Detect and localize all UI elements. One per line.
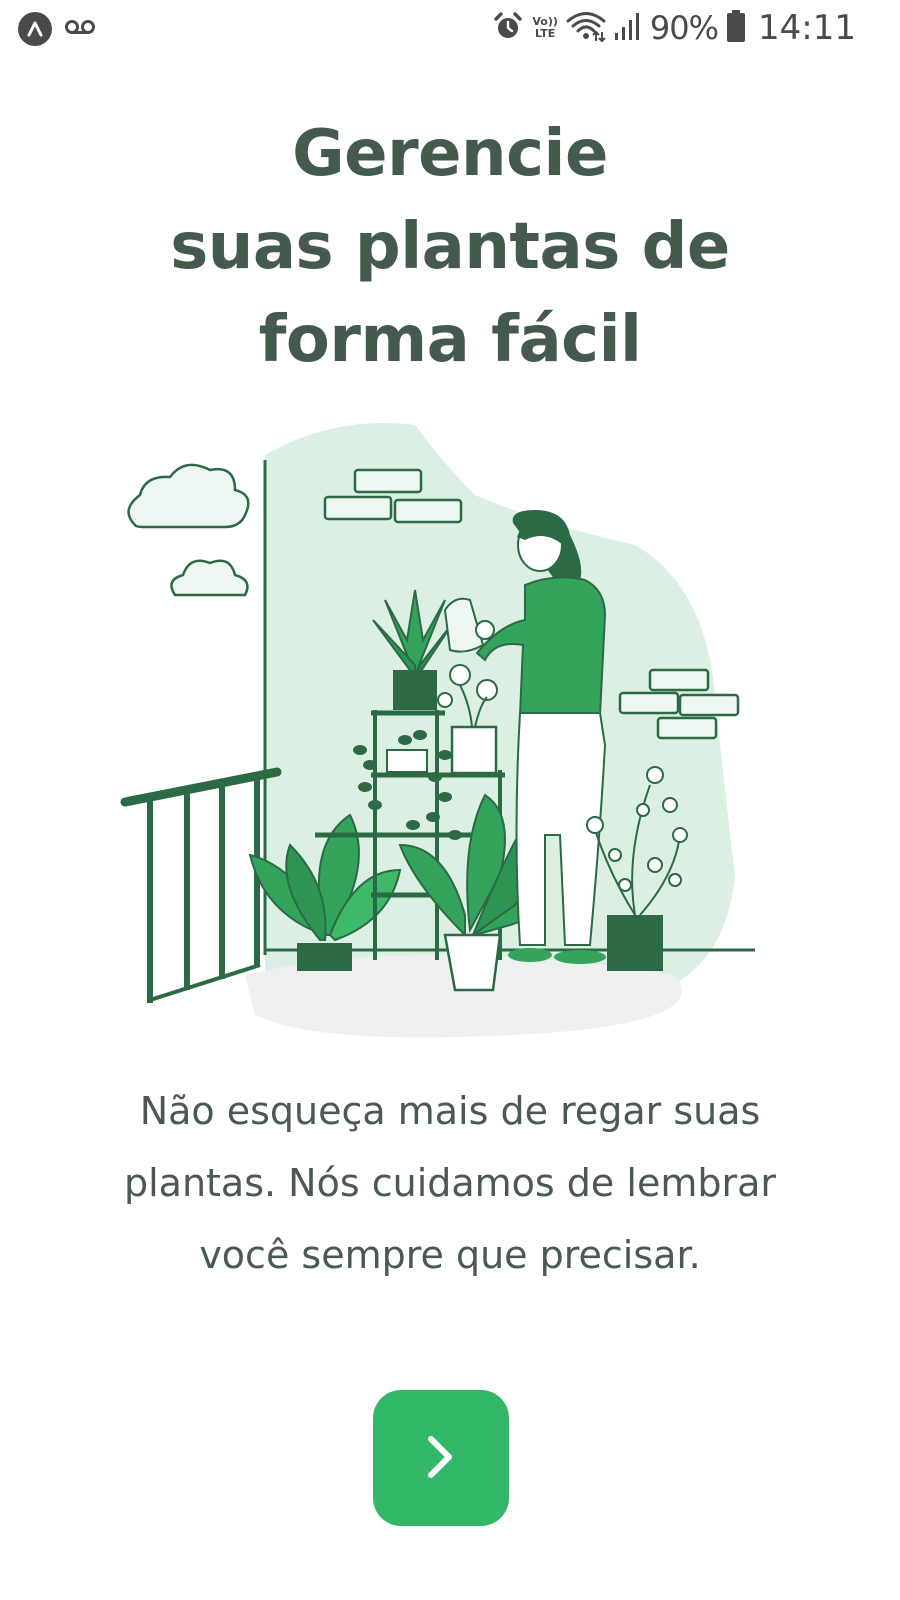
wifi-icon <box>566 10 606 46</box>
signal-bars-icon <box>614 11 642 45</box>
page-title: Gerencie suas plantas de forma fácil <box>0 108 900 387</box>
onboarding-description: Não esqueça mais de regar suas plantas. … <box>123 1089 776 1277</box>
status-time: 14:11 <box>758 8 856 48</box>
title-line-2: suas plantas de <box>170 210 730 284</box>
volte-indicator: Vo)) LTE <box>532 16 558 40</box>
title-line-1: Gerencie <box>292 117 608 191</box>
title-line-3: forma fácil <box>258 303 642 377</box>
status-bar: Vo)) LTE 90% 14:11 <box>0 0 900 60</box>
next-button[interactable] <box>373 1390 509 1526</box>
status-bar-left <box>18 12 96 46</box>
status-bar-right: Vo)) LTE 90% 14:11 <box>492 8 856 48</box>
lte-label: LTE <box>535 27 556 40</box>
battery-icon <box>726 9 746 47</box>
launcher-a-icon <box>18 12 52 46</box>
alarm-clock-icon <box>492 10 524 46</box>
chevron-right-icon <box>421 1431 461 1486</box>
woman-watering-plants-illustration <box>120 423 755 1038</box>
voicemail-icon <box>64 18 96 40</box>
battery-percent: 90% <box>649 9 719 47</box>
